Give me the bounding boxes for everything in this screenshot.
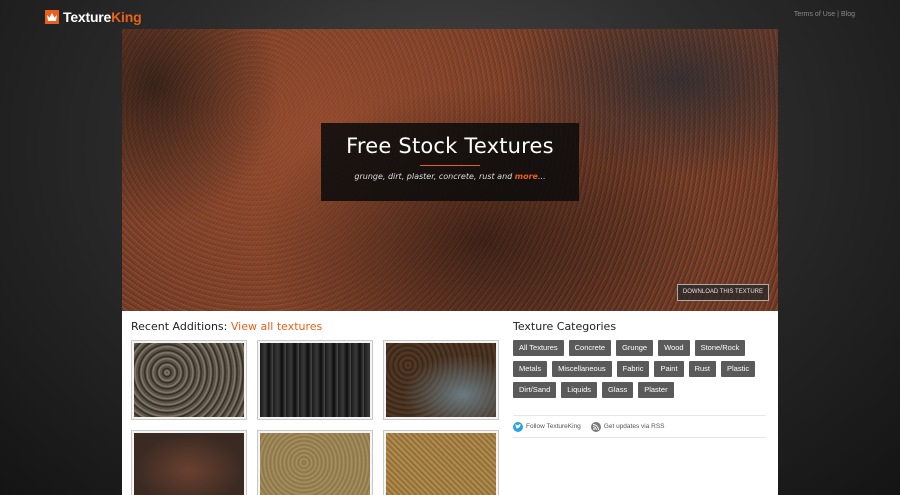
rss-icon (590, 421, 601, 432)
hero-subtitle: grunge, dirt, plaster, concrete, rust an… (354, 172, 546, 181)
rusty-metal-texture-image (386, 343, 496, 417)
rusted-plate-texture-image (134, 433, 244, 495)
category-liquids[interactable]: Liquids (561, 382, 598, 398)
rubble-texture-image (134, 343, 244, 417)
top-links: Terms of Use | Blog (794, 11, 855, 18)
category-glass[interactable]: Glass (602, 382, 634, 398)
category-list: All Textures Concrete Grunge Wood Stone/… (513, 340, 773, 403)
category-all-textures[interactable]: All Textures (513, 340, 564, 356)
woven-fabric-texture-image (386, 433, 496, 495)
thumbnail-sand-dirt[interactable] (257, 430, 373, 495)
thumbnail-rusty-metal[interactable] (383, 340, 499, 420)
category-paint[interactable]: Paint (654, 361, 684, 377)
category-metals[interactable]: Metals (513, 361, 548, 377)
hero-more-link[interactable]: more (515, 172, 538, 181)
thumbnail-rubble[interactable] (131, 340, 247, 420)
terms-of-use-link[interactable]: Terms of Use (794, 11, 835, 18)
category-concrete[interactable]: Concrete (568, 340, 612, 356)
texture-categories-heading: Texture Categories (513, 320, 617, 333)
thumbnail-woven-fabric[interactable] (383, 430, 499, 495)
category-fabric[interactable]: Fabric (616, 361, 650, 377)
category-plaster[interactable]: Plaster (638, 382, 674, 398)
blog-link[interactable]: Blog (841, 11, 855, 18)
category-grunge[interactable]: Grunge (616, 340, 654, 356)
main-content: Recent Additions: View all textures Text… (122, 311, 778, 495)
logo-text-king: King (111, 9, 142, 25)
recent-additions-heading: Recent Additions: View all textures (131, 320, 323, 333)
hero-banner: Free Stock Textures grunge, dirt, plaste… (122, 29, 778, 311)
twitter-icon (513, 421, 523, 432)
social-links: Follow TextureKing Get updates via RSS (513, 415, 766, 438)
link-separator: | (837, 11, 839, 18)
category-wood[interactable]: Wood (658, 340, 690, 356)
top-bar: TextureKing Terms of Use | Blog (0, 0, 900, 30)
view-all-textures-link[interactable]: View all textures (231, 320, 322, 333)
thumbnail-rusted-plate[interactable] (131, 430, 247, 495)
rss-updates-label: Get updates via RSS (603, 423, 665, 430)
category-stone-rock[interactable]: Stone/Rock (694, 340, 746, 356)
follow-twitter-label: Follow TextureKing (526, 423, 581, 430)
crown-icon (45, 10, 59, 24)
download-texture-button[interactable]: DOWNLOAD THIS TEXTURE (676, 284, 769, 301)
sand-dirt-texture-image (260, 433, 370, 495)
rss-updates-link[interactable]: Get updates via RSS (590, 421, 665, 432)
category-miscellaneous[interactable]: Miscellaneous (552, 361, 612, 377)
hero-divider (420, 165, 480, 166)
thumbnail-charred-wood[interactable] (257, 340, 373, 420)
category-plastic[interactable]: Plastic (721, 361, 756, 377)
category-rust[interactable]: Rust (688, 361, 716, 377)
site-logo[interactable]: TextureKing (45, 9, 142, 25)
hero-caption-box: Free Stock Textures grunge, dirt, plaste… (321, 123, 579, 201)
hero-title: Free Stock Textures (346, 134, 554, 158)
follow-twitter-link[interactable]: Follow TextureKing (513, 421, 581, 432)
charred-wood-texture-image (260, 343, 370, 417)
category-dirt-sand[interactable]: Dirt/Sand (513, 382, 557, 398)
logo-text-texture: Texture (63, 9, 112, 25)
